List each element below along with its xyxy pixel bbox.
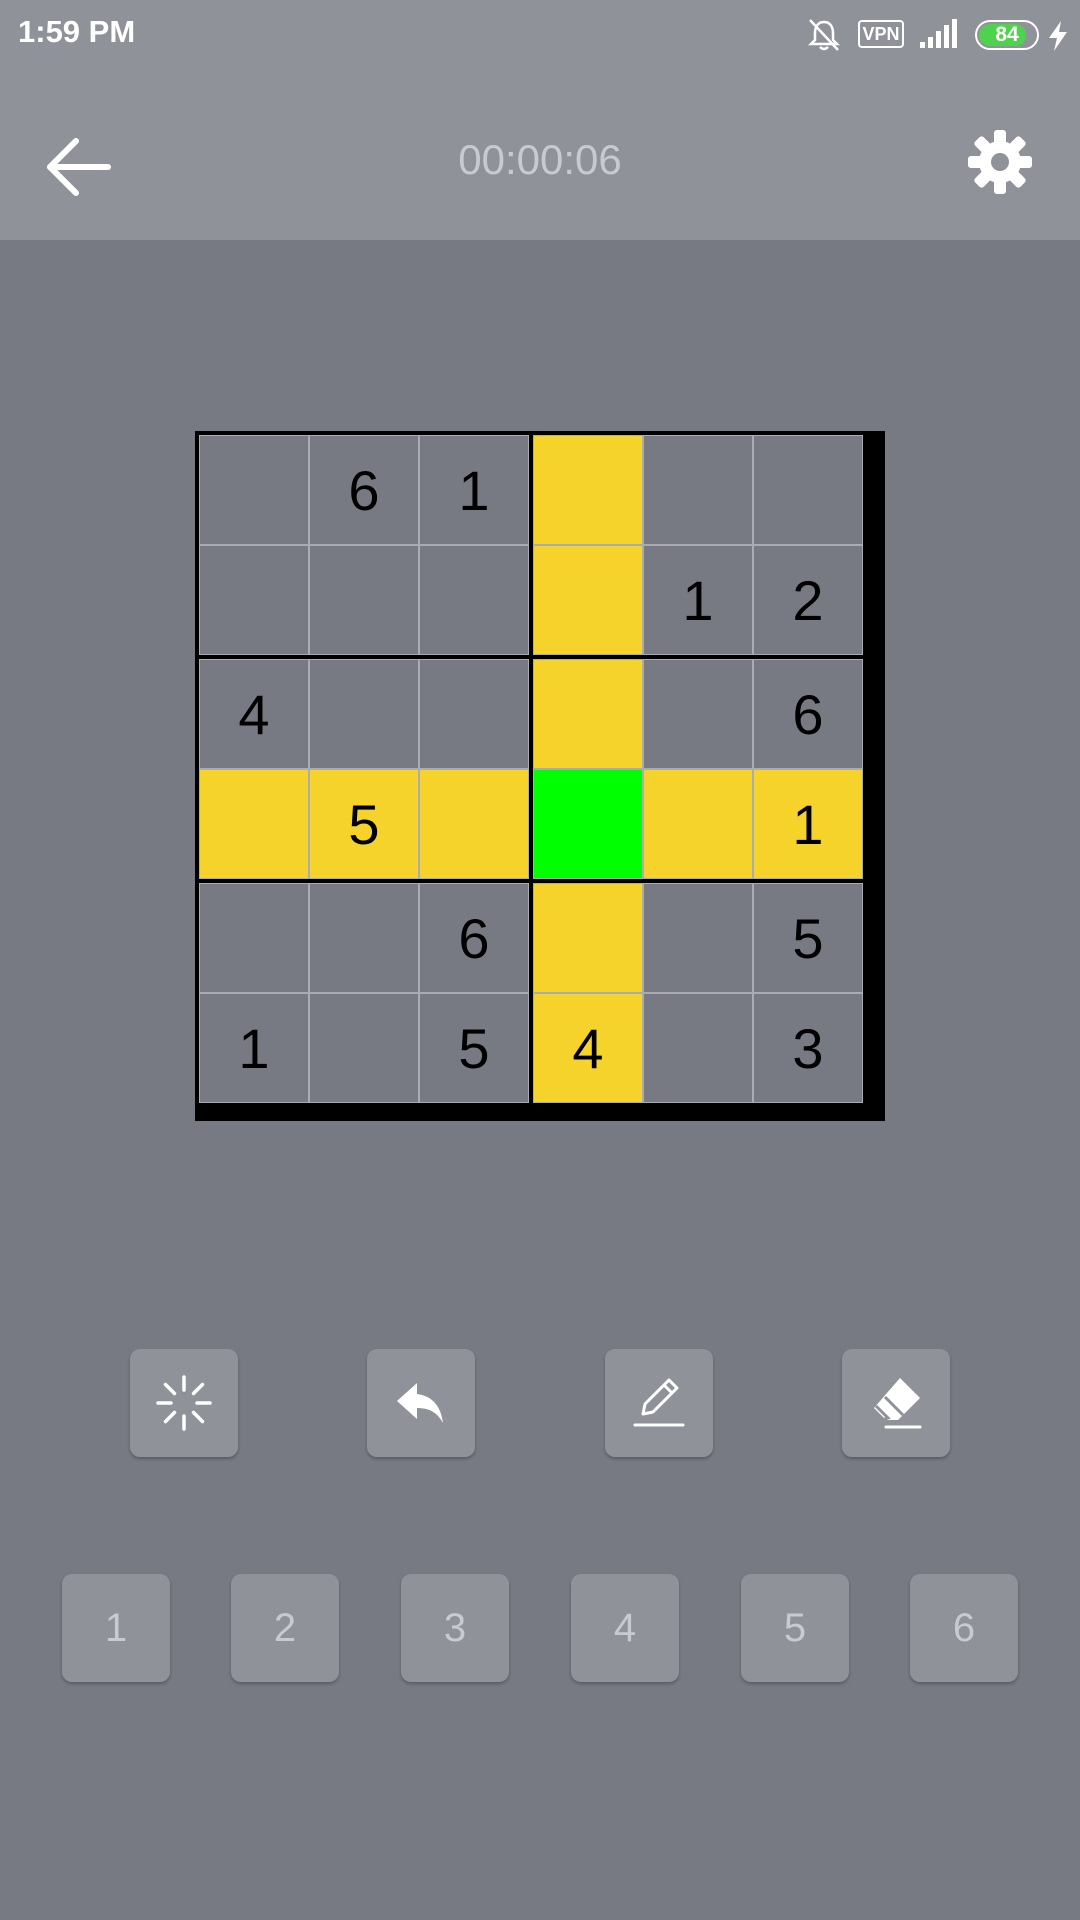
board-cell-r5c6[interactable]: 5 [753, 883, 863, 993]
number-button-3[interactable]: 3 [401, 1574, 509, 1682]
gear-icon [968, 130, 1032, 194]
board-cell-r3c5[interactable] [643, 659, 753, 769]
signal-icon [918, 18, 960, 55]
board-cell-r1c6[interactable] [753, 435, 863, 545]
board-cell-r2c4[interactable] [533, 545, 643, 655]
board-cell-r4c5[interactable] [643, 769, 753, 879]
eraser-icon [874, 1378, 922, 1429]
board-cell-r2c5[interactable]: 1 [643, 545, 753, 655]
board-cell-r2c1[interactable] [199, 545, 309, 655]
board-cell-r6c1[interactable]: 1 [199, 993, 309, 1103]
board-cell-r6c4[interactable]: 4 [533, 993, 643, 1103]
number-button-2[interactable]: 2 [231, 1574, 339, 1682]
number-button-1[interactable]: 1 [62, 1574, 170, 1682]
board-cell-r4c6[interactable]: 1 [753, 769, 863, 879]
board-cell-r5c2[interactable] [309, 883, 419, 993]
charging-icon [1046, 20, 1070, 57]
app-bar: 00:00:06 [0, 72, 1080, 240]
number-button-4[interactable]: 4 [571, 1574, 679, 1682]
notes-button[interactable] [605, 1349, 713, 1457]
status-bar: 1:59 PM VPN 84 [0, 0, 1080, 72]
number-button-5[interactable]: 5 [741, 1574, 849, 1682]
board-cell-r3c1[interactable]: 4 [199, 659, 309, 769]
settings-button[interactable] [962, 124, 1038, 200]
board-cell-r4c3[interactable] [419, 769, 529, 879]
board-cell-r4c2[interactable]: 5 [309, 769, 419, 879]
board-cell-r6c5[interactable] [643, 993, 753, 1103]
board-cell-r1c2[interactable]: 6 [309, 435, 419, 545]
sparkle-icon [156, 1375, 212, 1431]
pencil-icon [633, 1378, 685, 1427]
undo-icon [397, 1383, 443, 1423]
battery-level: 84 [995, 23, 1019, 46]
board-cell-r4c4[interactable] [533, 769, 643, 879]
board-cell-r3c6[interactable]: 6 [753, 659, 863, 769]
board-cell-r1c4[interactable] [533, 435, 643, 545]
number-button-6[interactable]: 6 [910, 1574, 1018, 1682]
erase-button[interactable] [842, 1349, 950, 1457]
hint-button[interactable] [130, 1349, 238, 1457]
board-cell-r2c6[interactable]: 2 [753, 545, 863, 655]
board-cell-r6c2[interactable] [309, 993, 419, 1103]
board-cell-r5c3[interactable]: 6 [419, 883, 529, 993]
board-cell-r3c4[interactable] [533, 659, 643, 769]
board-cell-r1c1[interactable] [199, 435, 309, 545]
board-cell-r3c3[interactable] [419, 659, 529, 769]
board-cell-r2c2[interactable] [309, 545, 419, 655]
board-cell-r1c5[interactable] [643, 435, 753, 545]
board-cell-r2c3[interactable] [419, 545, 529, 655]
undo-button[interactable] [367, 1349, 475, 1457]
vpn-badge: VPN [858, 20, 904, 48]
game-timer: 00:00:06 [458, 136, 622, 183]
board-cell-r5c5[interactable] [643, 883, 753, 993]
board-cell-r5c1[interactable] [199, 883, 309, 993]
battery-indicator: 84 [975, 20, 1039, 50]
board-cell-r6c3[interactable]: 5 [419, 993, 529, 1103]
sudoku-board: 61124651651543 [195, 431, 885, 1121]
status-time: 1:59 PM [18, 14, 136, 49]
mute-bell-icon [806, 18, 842, 57]
board-cell-r6c6[interactable]: 3 [753, 993, 863, 1103]
board-cell-r3c2[interactable] [309, 659, 419, 769]
board-cell-r4c1[interactable] [199, 769, 309, 879]
board-cell-r5c4[interactable] [533, 883, 643, 993]
board-cell-r1c3[interactable]: 1 [419, 435, 529, 545]
